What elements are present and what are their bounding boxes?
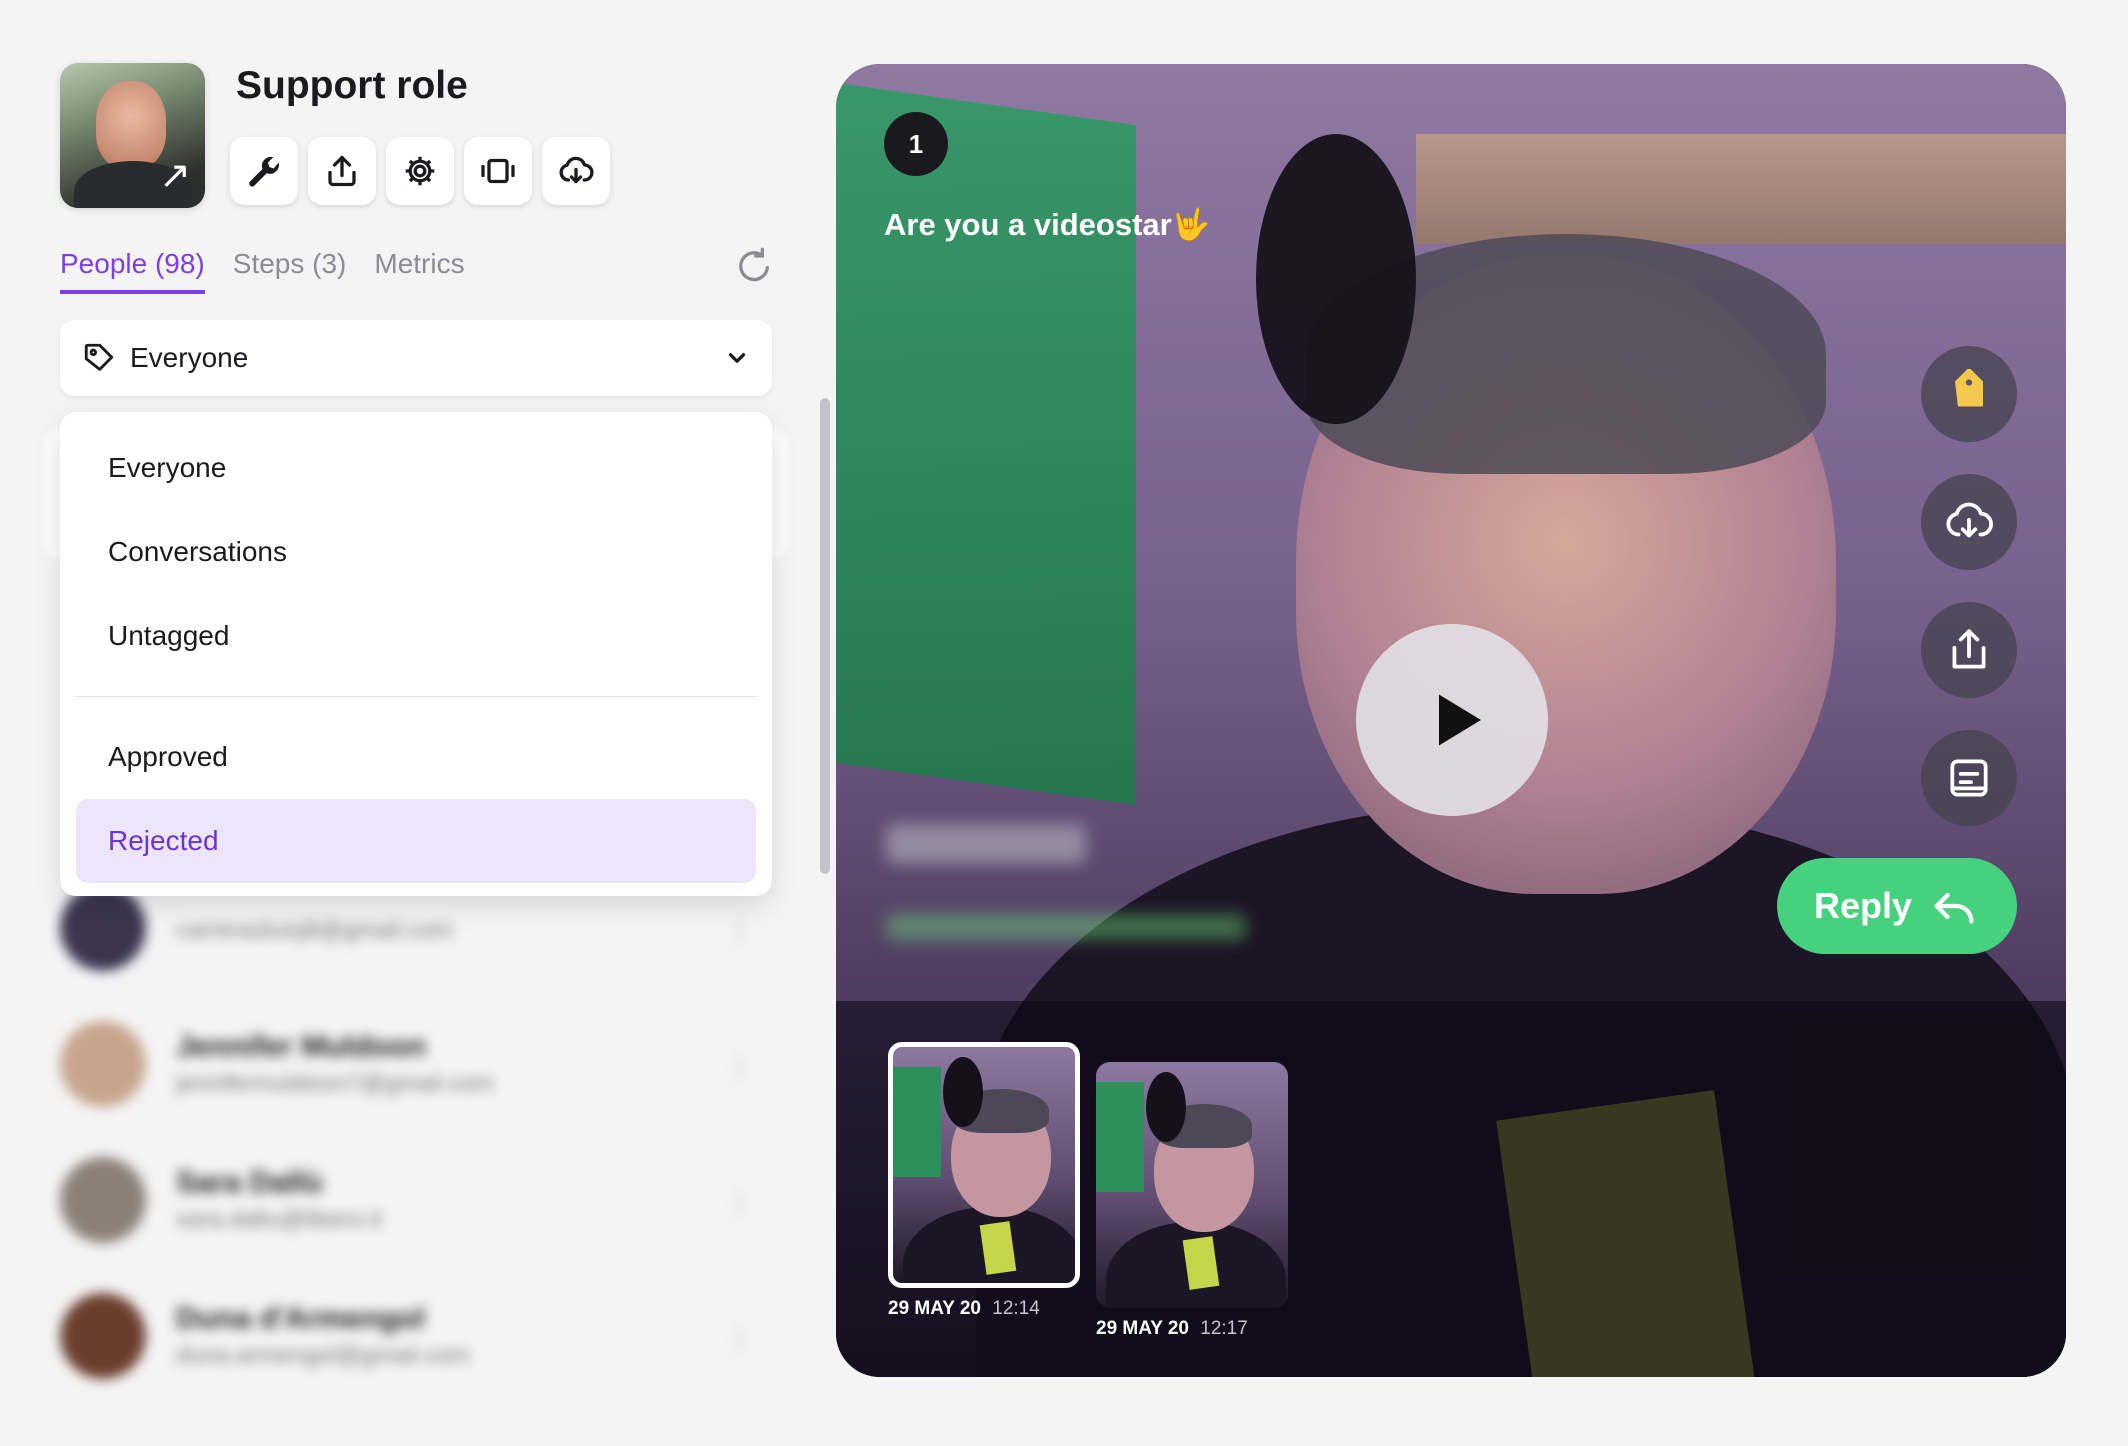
chevron-down-icon [728,353,746,363]
more-icon[interactable]: ⋮ [726,1052,752,1083]
transcript-icon [1950,759,1988,797]
video-scene-shelf [1416,134,2066,244]
tag-filter-select[interactable]: Everyone [60,320,772,396]
share-icon [1952,629,1986,669]
thumbnail-caption: 29 MAY 20 12:17 [1096,1318,1288,1340]
settings-button[interactable] [386,137,454,205]
edit-button[interactable] [230,137,298,205]
embed-icon [481,158,515,184]
tab-people[interactable]: People (98) [60,248,205,294]
dropdown-option-untagged[interactable]: Untagged [76,594,756,678]
reply-button[interactable]: Reply [1777,858,2017,954]
dropdown-option-rejected[interactable]: Rejected [76,799,756,883]
thumbnail-scene [1146,1072,1186,1142]
thumbnail-time: 12:17 [1200,1318,1248,1339]
list-item[interactable]: Jennifer Muldoon jennifermuldoon7@gmail.… [60,996,772,1132]
reply-label: Reply [1813,885,1913,926]
person-email: carrerasluisj8@gmail.com [176,917,453,944]
step-number-badge: 1 [884,112,948,176]
tab-metrics[interactable]: Metrics [374,248,464,294]
cloud-download-icon [1946,502,1993,538]
play-icon [1439,694,1481,746]
project-thumbnail[interactable]: ↗ [60,63,205,208]
video-side-actions [1921,346,2017,826]
wrench-icon [249,156,279,187]
thumbnail-date: 29 MAY 20 [888,1298,981,1319]
thumbnail-caption: 29 MAY 20 12:14 [888,1298,1080,1320]
question-text: Are you a videostar🤟 [884,207,1211,242]
person-name: Sara Dallù [176,1166,323,1199]
tag-icon [84,343,114,371]
thumbnail-scene [893,1067,941,1177]
download-button[interactable] [542,137,610,205]
thumbnail-time: 12:14 [992,1298,1040,1319]
open-external-icon: ↗ [159,153,191,197]
refresh-icon[interactable] [734,246,774,286]
video-thumbnail[interactable] [888,1042,1080,1288]
list-item[interactable]: Duna d'Armengol duna.armengol@gmail.com … [60,1268,772,1404]
play-button[interactable] [1356,624,1548,816]
person-email: duna.armengol@gmail.com [176,1342,470,1369]
share-icon [328,155,356,187]
thumbnail-scene [943,1057,983,1127]
more-icon[interactable]: ⋮ [726,1324,752,1355]
tab-bar: People (98) Steps (3) Metrics [60,248,465,294]
person-email: jennifermuldoon7@gmail.com [176,1070,494,1097]
cloud-download-icon [559,156,594,184]
tag-icon [1955,369,1983,407]
blurred-respondent-name [886,824,1086,864]
thumbnail-scene [1096,1082,1144,1192]
thumbnail-face [96,81,166,169]
dropdown-option-approved[interactable]: Approved [76,715,756,799]
video-player[interactable]: 1 Are you a videostar🤟 Reply 29 MAY 20 1… [836,64,2066,1377]
video-scene-green-screen [836,82,1136,806]
project-toolbar [230,137,610,205]
thumbnail-date: 29 MAY 20 [1096,1318,1189,1339]
left-panel: ↗ Support role People (98) Steps (3) Met… [0,0,830,1446]
video-scene-microphone [1256,134,1416,424]
list-item[interactable]: Sara Dallù sara.dallu@libero.it ⋮ [60,1132,772,1268]
avatar [60,1157,146,1243]
reply-icon [1934,893,1974,924]
thumbnail-item[interactable]: 29 MAY 20 12:17 [1096,1042,1288,1340]
share-button[interactable] [308,137,376,205]
tag-filter-dropdown: Everyone Conversations Untagged Approved… [60,412,772,896]
download-video-button[interactable] [1921,474,2017,570]
tag-button[interactable] [1921,346,2017,442]
project-title: Support role [236,64,468,107]
dropdown-option-conversations[interactable]: Conversations [76,510,756,594]
tab-steps[interactable]: Steps (3) [233,248,347,294]
filter-selected-value: Everyone [130,342,249,373]
dropdown-divider [76,696,756,697]
more-icon[interactable]: ⋮ [726,1188,752,1219]
thumbnail-item[interactable]: 29 MAY 20 12:14 [888,1042,1080,1340]
person-email: sara.dallu@libero.it [176,1206,382,1233]
gear-icon [405,156,435,186]
scrollbar[interactable] [820,398,830,874]
avatar [60,1021,146,1107]
avatar [60,885,146,971]
blurred-respondent-email [886,914,1246,940]
video-thumbnail[interactable] [1096,1062,1288,1308]
response-thumbnails: 29 MAY 20 12:14 29 MAY 20 12:17 [888,1042,1288,1340]
more-icon[interactable]: ⋮ [726,916,752,947]
person-name: Duna d'Armengol [176,1302,425,1335]
person-name: Jennifer Muldoon [176,1030,426,1063]
people-list: carrerasluisj8@gmail.com ⋮ Jennifer Muld… [60,860,772,1404]
avatar [60,1293,146,1379]
dropdown-option-everyone[interactable]: Everyone [76,426,756,510]
share-video-button[interactable] [1921,602,2017,698]
transcript-button[interactable] [1921,730,2017,826]
embed-button[interactable] [464,137,532,205]
